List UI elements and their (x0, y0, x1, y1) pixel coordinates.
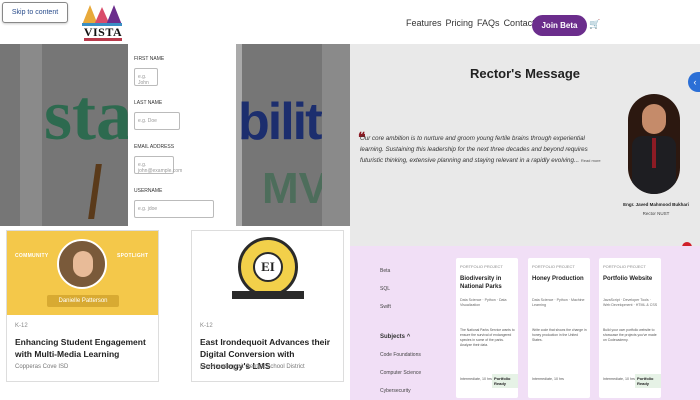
first-name-label: FIRST NAME (134, 56, 165, 62)
project-body: The National Parks Service wants to ensu… (460, 328, 515, 348)
rector-quote: Our core ambition is to nurture and groo… (360, 134, 610, 167)
banner-label-right: SPOTLIGHT (117, 253, 149, 259)
project-card[interactable]: PORTFOLIO PROJECT Honey Production Data … (528, 258, 590, 398)
district-card[interactable]: EI K-12 East Irondequoit Advances their … (191, 230, 344, 382)
cart-icon[interactable]: 🛒 (589, 19, 600, 30)
project-meta: Data Science · Python · Machine Learning (532, 298, 585, 308)
page: Skip to content VISTA Features Pricing F… (0, 0, 700, 400)
card-subtitle: Copperas Cove ISD (15, 364, 69, 370)
rector-message-panel: Rector's Message ❝ Our core ambition is … (350, 44, 700, 246)
portrait-face (642, 104, 666, 134)
chevron-up-icon: ^ (406, 334, 411, 340)
right-stripe (322, 44, 350, 226)
project-card[interactable]: PORTFOLIO PROJECT Portfolio Website Java… (599, 258, 661, 398)
email-input[interactable]: e.g. john@example.com (134, 156, 182, 174)
vista-logo[interactable]: VISTA (80, 3, 126, 43)
spotlight-card[interactable]: COMMUNITY SPOTLIGHT Danielle Patterson K… (6, 230, 159, 382)
rector-title: Rector's Message (469, 66, 581, 81)
subject-item[interactable]: Cybersecurity (380, 388, 411, 394)
banner-label-left: COMMUNITY (15, 253, 49, 259)
filter-item[interactable]: SQL (380, 286, 390, 292)
filter-item[interactable]: Swift (380, 304, 391, 310)
filter-item[interactable]: Beta (380, 268, 390, 274)
bg-letters-left: sta (44, 75, 132, 155)
avatar (57, 239, 107, 289)
signup-form: FIRST NAME e.g. John LAST NAME e.g. Doe … (128, 44, 236, 226)
subjects-heading-label: Subjects (380, 334, 406, 340)
spotlight-banner: COMMUNITY SPOTLIGHT Danielle Patterson (7, 231, 158, 315)
main-nav: Features Pricing FAQs Contact (406, 18, 535, 28)
project-title: Portfolio Website (603, 276, 653, 282)
district-banner: EI (192, 231, 343, 315)
nav-faqs[interactable]: FAQs (477, 18, 500, 28)
join-beta-button[interactable]: Join Beta (532, 15, 587, 36)
subjects-heading[interactable]: Subjects ^ (380, 334, 410, 340)
rector-quote-text: Our core ambition is to nurture and groo… (360, 135, 588, 164)
last-name-input[interactable]: e.g. Doe (134, 112, 180, 130)
first-name-input[interactable]: e.g. John (134, 68, 158, 86)
project-meta: Data Science · Python · Data Visualizati… (460, 298, 507, 308)
sustainability-panel: sta FIRST NAME e.g. John LAST NAME e.g. … (0, 44, 350, 226)
avatar-face (73, 251, 93, 277)
project-body: Write code that shows the change in hone… (532, 328, 587, 343)
project-body: Build your own portfolio website to show… (603, 328, 657, 343)
project-meta: JavaScript · Developer Tools · Web Devel… (603, 298, 658, 308)
project-title: Honey Production (532, 276, 584, 282)
last-name-label: LAST NAME (134, 100, 163, 106)
subject-item[interactable]: Computer Science (380, 370, 421, 376)
seal-initials: EI (253, 252, 283, 282)
skip-to-content-button[interactable]: Skip to content (2, 2, 68, 23)
portrait-tie (652, 138, 656, 168)
rector-role: Rector NUST (642, 211, 670, 216)
rector-portrait (628, 94, 680, 194)
subject-item[interactable]: Code Foundations (380, 352, 421, 358)
card-tag: K-12 (15, 323, 28, 329)
read-more-link[interactable]: Read more (581, 158, 601, 163)
portfolio-ready-badge: Portfolio Ready (492, 374, 518, 388)
card-title[interactable]: Enhancing Student Engagement with Multi-… (15, 337, 155, 361)
projects-panel: Beta SQL Swift Subjects ^ Code Foundatio… (350, 246, 700, 400)
username-input[interactable]: e.g. jdoe (134, 200, 214, 218)
site-header: Skip to content VISTA Features Pricing F… (0, 0, 700, 44)
portfolio-ready-badge: Portfolio Ready (635, 374, 661, 388)
project-tag: PORTFOLIO PROJECT (532, 264, 575, 269)
username-label: USERNAME (134, 188, 163, 194)
card-tag: K-12 (200, 323, 213, 329)
tree-trunk (88, 164, 102, 219)
project-tag: PORTFOLIO PROJECT (460, 264, 503, 269)
rector-name: Engr. Javed Mahmood Bukhari (623, 202, 689, 207)
project-foot: Intermediate, 10 hrs (532, 377, 564, 381)
project-foot: Intermediate, 10 hrs (603, 377, 635, 381)
left-stripe (20, 44, 42, 226)
nav-contact[interactable]: Contact (504, 18, 535, 28)
nav-features[interactable]: Features (406, 18, 442, 28)
logo-graphic (82, 5, 122, 26)
project-foot: Intermediate, 10 hrs (460, 377, 492, 381)
project-title: Biodiversity in National Parks (460, 276, 502, 290)
project-tag: PORTFOLIO PROJECT (603, 264, 646, 269)
district-seal: EI (238, 237, 298, 297)
bg-letters-bottom: MV (262, 164, 328, 213)
spotlight-person-name: Danielle Patterson (47, 295, 119, 307)
nav-pricing[interactable]: Pricing (446, 18, 474, 28)
logo-underline (84, 38, 122, 41)
project-card[interactable]: PORTFOLIO PROJECT Biodiversity in Nation… (456, 258, 518, 398)
seal-ribbon (232, 291, 304, 299)
email-label: EMAIL ADDRESS (134, 144, 175, 150)
card-subtitle: East Irondequoit Central School District (200, 364, 305, 370)
